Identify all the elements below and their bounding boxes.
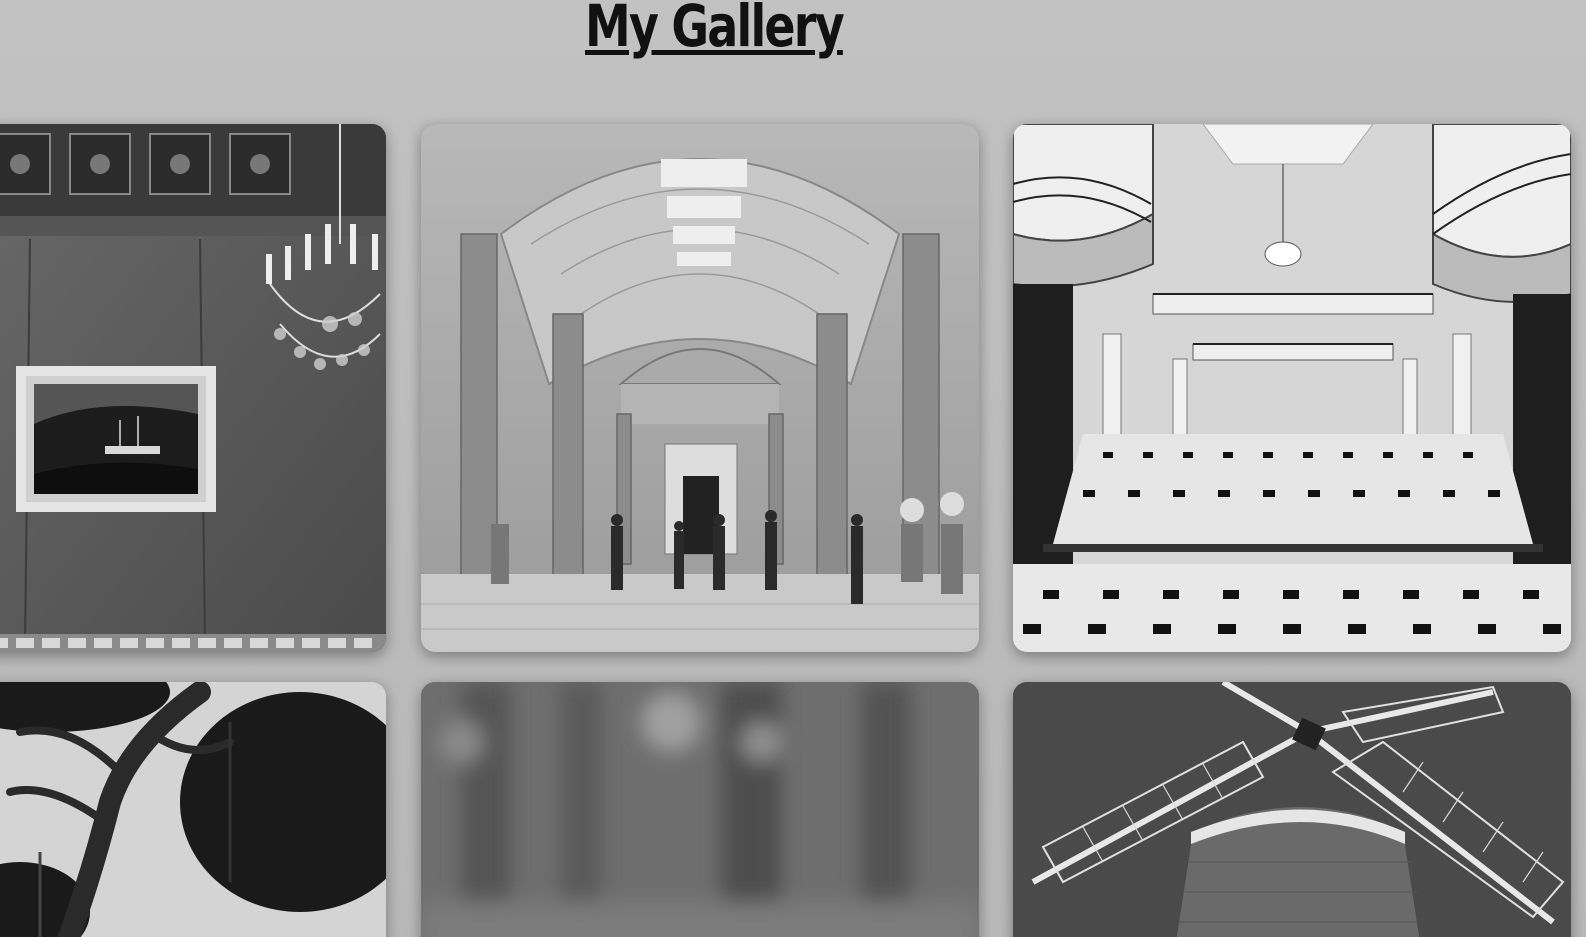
- page-title: My Gallery: [585, 0, 845, 60]
- gallery-image-3[interactable]: [1013, 124, 1571, 652]
- museum-hall-image: [421, 124, 979, 652]
- gallery-image-5[interactable]: [421, 682, 979, 937]
- gallery-image-4[interactable]: [0, 682, 386, 937]
- blurred-forest-image: [421, 682, 979, 937]
- gallery-image-6[interactable]: [1013, 682, 1571, 937]
- windmill-image: [1013, 682, 1571, 937]
- gallery-page: My Gallery: [0, 0, 1586, 937]
- gallery-image-1[interactable]: [0, 124, 386, 652]
- gallery-room-image: [0, 124, 386, 652]
- atrium-image: [1013, 124, 1571, 652]
- gallery-image-2[interactable]: [421, 124, 979, 652]
- tree-image: [0, 682, 386, 937]
